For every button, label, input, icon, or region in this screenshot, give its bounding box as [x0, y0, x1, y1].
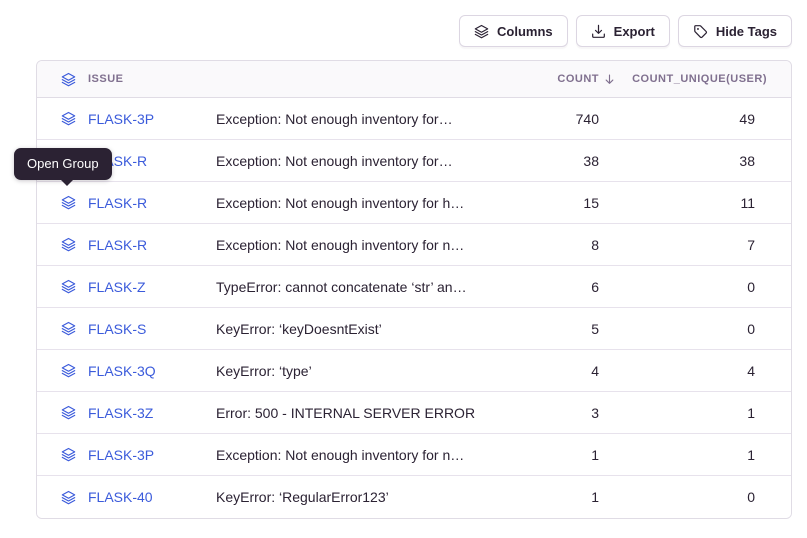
issue-link[interactable]: FLASK-3P: [88, 447, 154, 463]
issue-title: KeyError: ‘RegularError123’: [216, 489, 499, 505]
issue-link[interactable]: FLASK-R: [88, 195, 147, 211]
issue-link[interactable]: FLASK-R: [88, 237, 147, 253]
issue-title: Exception: Not enough inventory for…: [216, 153, 499, 169]
issue-link[interactable]: FLASK-S: [88, 321, 146, 337]
count-unique-value: 7: [599, 237, 767, 253]
table-header: ISSUE COUNT COUNT_UNIQUE(USER): [37, 61, 791, 98]
count-column-header[interactable]: COUNT: [499, 73, 599, 86]
issue-group-layers-icon[interactable]: [61, 111, 76, 126]
issue-link[interactable]: FLASK-3Z: [88, 405, 153, 421]
count-unique-value: 11: [599, 195, 767, 211]
issue-group-layers-icon[interactable]: [61, 237, 76, 252]
count-value: 15: [499, 195, 599, 211]
table-row: FLASK-R Exception: Not enough inventory …: [37, 224, 791, 266]
toolbar: Columns Export Hide Tags: [459, 15, 792, 47]
count-unique-value: 1: [599, 447, 767, 463]
issue-title: Exception: Not enough inventory for h…: [216, 195, 499, 211]
table-row: FLASK-3P Exception: Not enough inventory…: [37, 434, 791, 476]
issue-title: KeyError: ‘type’: [216, 363, 499, 379]
issue-group-layers-icon[interactable]: [61, 279, 76, 294]
issue-title: Exception: Not enough inventory for n…: [216, 447, 499, 463]
issue-link[interactable]: FLASK-40: [88, 489, 153, 505]
count-unique-value: 0: [599, 279, 767, 295]
count-unique-value: 49: [599, 111, 767, 127]
count-unique-value: 0: [599, 321, 767, 337]
table-row: FLASK-3Z Error: 500 - INTERNAL SERVER ER…: [37, 392, 791, 434]
count-unique-value: 38: [599, 153, 767, 169]
count-value: 8: [499, 237, 599, 253]
issue-title: Exception: Not enough inventory for…: [216, 111, 499, 127]
issue-group-layers-icon[interactable]: [61, 447, 76, 462]
count-unique-value: 0: [599, 489, 767, 505]
layers-icon: [474, 24, 489, 39]
table-body: FLASK-3P Exception: Not enough inventory…: [37, 98, 791, 518]
issue-group-layers-icon[interactable]: [61, 195, 76, 210]
hide-tags-button[interactable]: Hide Tags: [678, 15, 792, 47]
table-row: FLASK-40 KeyError: ‘RegularError123’ 1 0: [37, 476, 791, 518]
issues-table: ISSUE COUNT COUNT_UNIQUE(USER) FLASK-3P …: [36, 60, 792, 519]
table-row: FLASK-3P Exception: Not enough inventory…: [37, 98, 791, 140]
count-value: 3: [499, 405, 599, 421]
count-unique-value: 4: [599, 363, 767, 379]
issue-group-layers-icon[interactable]: [61, 490, 76, 505]
table-row: FLASK-R Exception: Not enough inventory …: [37, 140, 791, 182]
table-row: FLASK-3Q KeyError: ‘type’ 4 4: [37, 350, 791, 392]
issue-link[interactable]: FLASK-3Q: [88, 363, 156, 379]
issue-title: Error: 500 - INTERNAL SERVER ERROR: [216, 405, 499, 421]
count-value: 740: [499, 111, 599, 127]
count-value: 1: [499, 447, 599, 463]
count-value: 4: [499, 363, 599, 379]
open-group-tooltip: Open Group: [14, 148, 112, 180]
issue-group-layers-icon[interactable]: [61, 363, 76, 378]
columns-button-label: Columns: [497, 24, 553, 39]
export-button-label: Export: [614, 24, 655, 39]
count-unique-value: 1: [599, 405, 767, 421]
export-button[interactable]: Export: [576, 15, 670, 47]
count-value: 6: [499, 279, 599, 295]
hide-tags-button-label: Hide Tags: [716, 24, 777, 39]
columns-button[interactable]: Columns: [459, 15, 568, 47]
table-row: FLASK-S KeyError: ‘keyDoesntExist’ 5 0: [37, 308, 791, 350]
issue-group-layers-icon[interactable]: [61, 405, 76, 420]
issue-link[interactable]: FLASK-Z: [88, 279, 146, 295]
tag-icon: [693, 24, 708, 39]
issue-column-layers-icon: [61, 72, 76, 87]
count-unique-column-header[interactable]: COUNT_UNIQUE(USER): [599, 73, 767, 85]
count-value: 5: [499, 321, 599, 337]
count-value: 38: [499, 153, 599, 169]
count-value: 1: [499, 489, 599, 505]
issue-column-header[interactable]: ISSUE: [88, 73, 124, 85]
table-row: FLASK-R Exception: Not enough inventory …: [37, 182, 791, 224]
issue-group-layers-icon[interactable]: [61, 321, 76, 336]
table-row: FLASK-Z TypeError: cannot concatenate ‘s…: [37, 266, 791, 308]
issue-title: KeyError: ‘keyDoesntExist’: [216, 321, 499, 337]
download-icon: [591, 24, 606, 39]
issue-link[interactable]: FLASK-3P: [88, 111, 154, 127]
issue-title: Exception: Not enough inventory for n…: [216, 237, 499, 253]
issue-title: TypeError: cannot concatenate ‘str’ an…: [216, 279, 499, 295]
